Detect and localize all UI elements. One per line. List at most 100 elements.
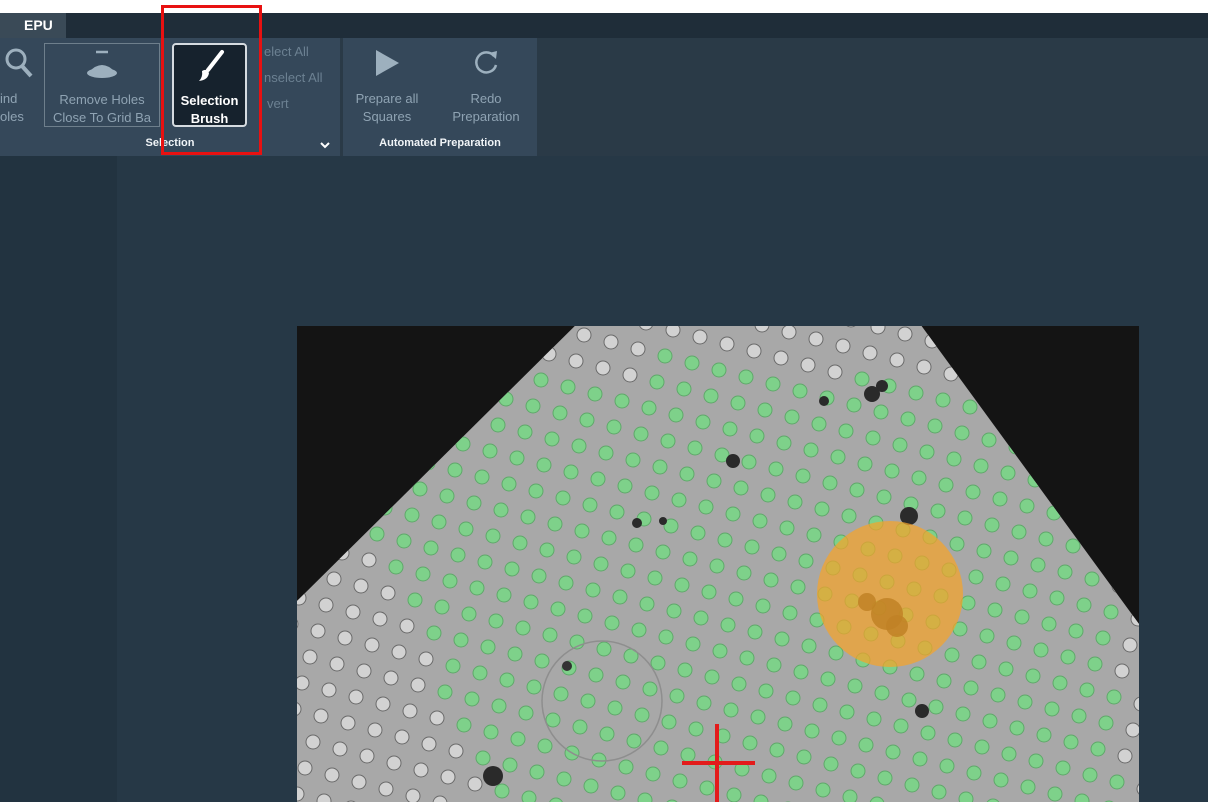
selected-hole[interactable] xyxy=(536,457,552,473)
selected-hole[interactable] xyxy=(641,400,657,416)
hole[interactable] xyxy=(692,329,708,345)
selected-hole[interactable] xyxy=(974,739,990,755)
selected-hole[interactable] xyxy=(475,750,491,766)
selected-hole[interactable] xyxy=(962,399,978,415)
selected-hole[interactable] xyxy=(631,622,647,638)
selected-hole[interactable] xyxy=(904,777,920,793)
selected-hole[interactable] xyxy=(620,563,636,579)
selected-hole[interactable] xyxy=(935,392,951,408)
selected-hole[interactable] xyxy=(830,449,846,465)
selected-hole[interactable] xyxy=(582,497,598,513)
selected-hole[interactable] xyxy=(688,721,704,737)
selected-hole[interactable] xyxy=(763,572,779,588)
selected-hole[interactable] xyxy=(793,664,809,680)
selected-hole[interactable] xyxy=(529,764,545,780)
selected-hole[interactable] xyxy=(499,672,515,688)
selected-hole[interactable] xyxy=(722,421,738,437)
selected-hole[interactable] xyxy=(993,772,1009,788)
selected-hole[interactable] xyxy=(650,655,666,671)
selected-hole[interactable] xyxy=(822,475,838,491)
selected-hole[interactable] xyxy=(1065,538,1081,554)
selected-hole[interactable] xyxy=(1025,668,1041,684)
selected-hole[interactable] xyxy=(931,784,947,800)
selected-hole[interactable] xyxy=(792,383,808,399)
selected-hole[interactable] xyxy=(811,416,827,432)
selected-hole[interactable] xyxy=(979,628,995,644)
selected-hole[interactable] xyxy=(1055,760,1071,776)
hole[interactable] xyxy=(827,364,843,380)
selected-hole[interactable] xyxy=(768,461,784,477)
selected-hole[interactable] xyxy=(803,442,819,458)
selected-hole[interactable] xyxy=(1038,531,1054,547)
selected-hole[interactable] xyxy=(510,731,526,747)
hole[interactable] xyxy=(386,755,402,771)
selected-hole[interactable] xyxy=(369,526,385,542)
selected-hole[interactable] xyxy=(660,433,676,449)
hole[interactable] xyxy=(353,578,369,594)
hole[interactable] xyxy=(916,359,932,375)
hole[interactable] xyxy=(302,649,318,665)
selected-hole[interactable] xyxy=(545,712,561,728)
selected-hole[interactable] xyxy=(494,783,510,799)
hole[interactable] xyxy=(297,675,310,691)
selected-hole[interactable] xyxy=(693,610,709,626)
selected-hole[interactable] xyxy=(1014,609,1030,625)
selected-hole[interactable] xyxy=(553,686,569,702)
selected-hole[interactable] xyxy=(555,490,571,506)
selected-hole[interactable] xyxy=(657,348,673,364)
selected-hole[interactable] xyxy=(587,386,603,402)
selected-hole[interactable] xyxy=(431,514,447,530)
selected-hole[interactable] xyxy=(617,478,633,494)
selected-hole[interactable] xyxy=(1084,571,1100,587)
selected-hole[interactable] xyxy=(684,355,700,371)
selected-hole[interactable] xyxy=(544,431,560,447)
selected-hole[interactable] xyxy=(758,683,774,699)
find-holes-button[interactable]: ind oles xyxy=(0,43,40,127)
selected-hole[interactable] xyxy=(909,666,925,682)
selected-hole[interactable] xyxy=(927,418,943,434)
selected-hole[interactable] xyxy=(908,385,924,401)
hole[interactable] xyxy=(337,630,353,646)
selected-hole[interactable] xyxy=(590,471,606,487)
selected-hole[interactable] xyxy=(771,546,787,562)
selected-hole[interactable] xyxy=(806,527,822,543)
selected-hole[interactable] xyxy=(572,719,588,735)
invert-button[interactable]: vert xyxy=(267,96,289,111)
selected-hole[interactable] xyxy=(596,641,612,657)
selected-hole[interactable] xyxy=(701,584,717,600)
selected-hole[interactable] xyxy=(812,697,828,713)
selected-hole[interactable] xyxy=(1106,689,1122,705)
selected-hole[interactable] xyxy=(982,713,998,729)
hole[interactable] xyxy=(418,651,434,667)
selected-hole[interactable] xyxy=(550,601,566,617)
selected-hole[interactable] xyxy=(846,397,862,413)
selected-hole[interactable] xyxy=(458,521,474,537)
selected-hole[interactable] xyxy=(998,661,1014,677)
grid-square-image[interactable] xyxy=(297,326,1139,802)
selected-hole[interactable] xyxy=(523,594,539,610)
hole[interactable] xyxy=(324,767,340,783)
selected-hole[interactable] xyxy=(995,576,1011,592)
selected-hole[interactable] xyxy=(1071,708,1087,724)
selected-hole[interactable] xyxy=(992,491,1008,507)
selected-hole[interactable] xyxy=(752,513,768,529)
selected-hole[interactable] xyxy=(966,765,982,781)
hole[interactable] xyxy=(367,722,383,738)
selected-hole[interactable] xyxy=(672,773,688,789)
selected-hole[interactable] xyxy=(577,608,593,624)
selected-hole[interactable] xyxy=(1095,630,1111,646)
selected-hole[interactable] xyxy=(474,469,490,485)
selected-hole[interactable] xyxy=(655,544,671,560)
hole[interactable] xyxy=(622,367,638,383)
selected-hole[interactable] xyxy=(788,775,804,791)
selected-hole[interactable] xyxy=(1079,682,1095,698)
selected-hole[interactable] xyxy=(731,676,747,692)
selected-hole[interactable] xyxy=(472,665,488,681)
selected-hole[interactable] xyxy=(453,632,469,648)
selected-hole[interactable] xyxy=(984,517,1000,533)
selected-hole[interactable] xyxy=(774,631,790,647)
hole[interactable] xyxy=(746,343,762,359)
hole[interactable] xyxy=(773,350,789,366)
hole[interactable] xyxy=(359,748,375,764)
hole[interactable] xyxy=(1122,637,1138,653)
